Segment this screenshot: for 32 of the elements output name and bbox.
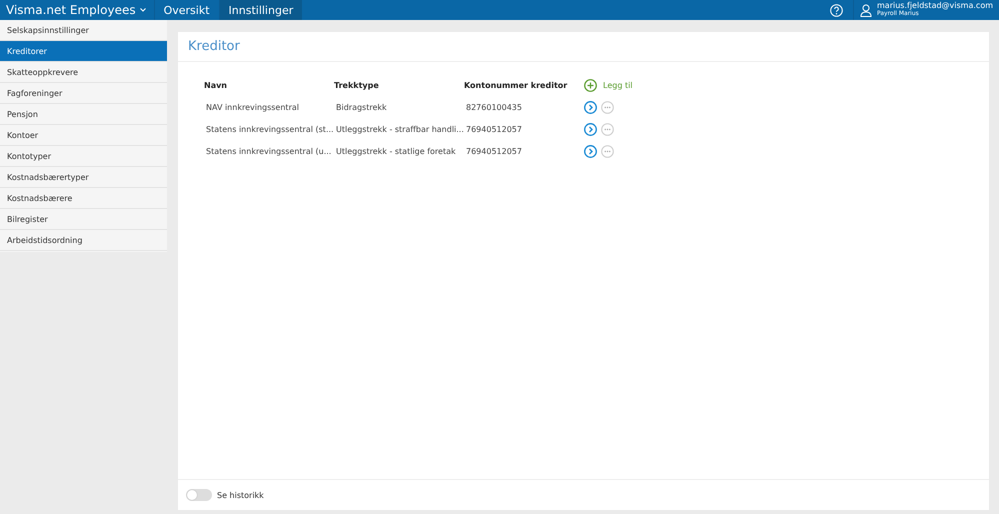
open-button[interactable] <box>584 100 597 114</box>
open-button[interactable] <box>584 144 597 158</box>
table-cell-text: 82760100435 <box>465 102 523 112</box>
nav-tab[interactable]: Innstillinger <box>218 0 302 20</box>
more-icon <box>601 144 614 158</box>
table-cell-text: NAV innkrevingssentral <box>205 102 300 112</box>
column-header: Kontonummer kreditor <box>464 80 568 90</box>
table-cell-text: 76940512057 <box>465 146 523 156</box>
more-icon <box>601 100 614 114</box>
sidebar-item[interactable]: Kreditorer <box>0 41 167 62</box>
open-button[interactable] <box>584 122 597 136</box>
app-menu[interactable]: Visma.net Employees <box>0 0 154 20</box>
chevron-icon <box>584 122 597 136</box>
table-cell-text: Statens innkrevingssentral (u... <box>205 146 332 156</box>
column-header: Trekktype <box>334 80 380 90</box>
table-cell-text: Utleggstrekk - statlige foretak <box>335 146 457 156</box>
plus-icon <box>584 78 597 92</box>
table-cell-text: 76940512057 <box>465 124 523 134</box>
more-icon <box>601 122 614 136</box>
user-email: marius.fjeldstad@visma.com <box>877 2 993 10</box>
history-toggle[interactable] <box>186 489 212 501</box>
panel-title: Kreditor <box>178 32 989 62</box>
table-cell-text: Statens innkrevingssentral (st... <box>205 124 334 134</box>
table-cell-text: Bidragstrekk <box>335 102 388 112</box>
chevron-icon <box>584 100 597 114</box>
table-cell-text: Utleggstrekk - straffbar handli... <box>335 124 464 134</box>
help-icon[interactable] <box>830 4 844 16</box>
toggle-label: Se historikk <box>217 490 264 500</box>
column-header: Navn <box>204 80 228 90</box>
user-icon[interactable] <box>860 4 872 16</box>
chevron-icon <box>584 144 597 158</box>
caret-icon <box>140 8 146 12</box>
